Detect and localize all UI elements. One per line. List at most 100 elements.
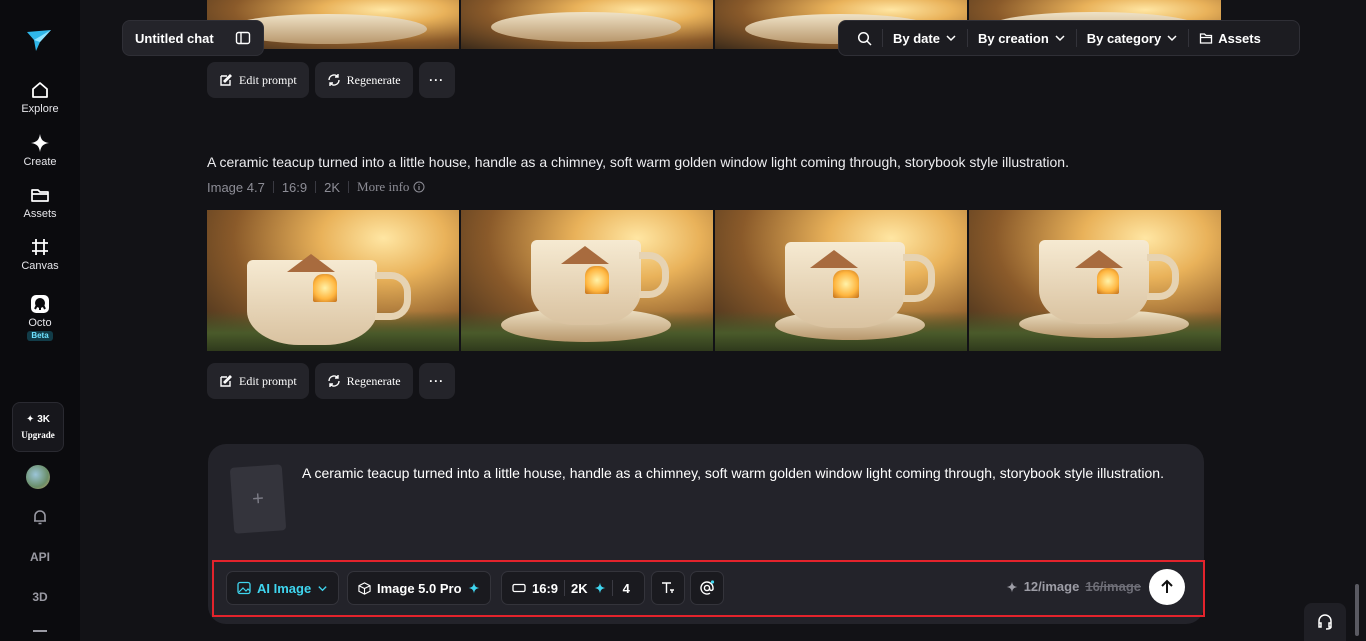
- generation-meta: Image 4.7 16:9 2K More info: [207, 179, 425, 195]
- generation-prompt: A ceramic teacup turned into a little ho…: [207, 154, 1069, 170]
- generated-image[interactable]: [969, 210, 1221, 351]
- text-style-button[interactable]: [651, 571, 685, 605]
- info-icon: [413, 181, 425, 193]
- sparkle-icon: [31, 134, 49, 152]
- filter-by-date[interactable]: By date: [883, 31, 967, 46]
- bell-icon[interactable]: [0, 508, 80, 529]
- grid-hash-icon: [32, 239, 48, 255]
- image-actions-previous: Edit prompt Regenerate ···: [207, 62, 455, 98]
- divider: [611, 580, 613, 596]
- original-cost: 16/image: [1085, 579, 1141, 594]
- 3d-link[interactable]: 3D: [0, 590, 80, 604]
- sidebar-item-canvas[interactable]: Canvas: [0, 237, 80, 272]
- current-cost: 12/image: [1023, 579, 1080, 594]
- image-icon: [237, 581, 251, 595]
- folder-icon: [31, 189, 49, 202]
- at-sign-icon: [700, 580, 715, 595]
- arrow-up-icon: [1161, 579, 1173, 593]
- filter-by-category[interactable]: By category: [1077, 31, 1188, 46]
- chevron-down-icon: [946, 35, 956, 42]
- edit-icon: [220, 375, 232, 387]
- refresh-icon: [327, 375, 340, 387]
- image-grid: [207, 210, 1221, 351]
- divider: [348, 181, 350, 193]
- mode-selector[interactable]: AI Image: [226, 571, 340, 605]
- edit-prompt-label: Edit prompt: [239, 373, 297, 388]
- model-selector[interactable]: Image 5.0 Pro: [347, 571, 491, 605]
- avatar[interactable]: [26, 465, 50, 489]
- resolution: 2K: [324, 179, 341, 195]
- search-icon: [857, 31, 872, 46]
- sparkle-icon: [1006, 581, 1018, 592]
- chevron-down-icon: [1167, 35, 1177, 42]
- sidebar-item-assets[interactable]: Assets: [0, 185, 80, 220]
- divider: [272, 181, 274, 193]
- filter-bar: By date By creation By category Assets: [838, 20, 1300, 56]
- model-label: Image 5.0 Pro: [377, 580, 462, 596]
- mention-button[interactable]: [690, 571, 724, 605]
- chat-title: Untitled chat: [135, 30, 214, 46]
- send-button[interactable]: [1149, 569, 1185, 605]
- sidebar-item-explore[interactable]: Explore: [0, 80, 80, 115]
- upgrade-button[interactable]: ✦ 3K Upgrade: [12, 402, 64, 452]
- generated-image[interactable]: [461, 210, 713, 351]
- scrollbar[interactable]: [1355, 584, 1359, 636]
- sidebar-item-create[interactable]: Create: [0, 133, 80, 168]
- edit-prompt-button[interactable]: Edit prompt: [207, 62, 309, 98]
- divider: [315, 181, 317, 193]
- api-link[interactable]: API: [0, 550, 80, 564]
- assets-label: Assets: [1218, 30, 1261, 46]
- menu-icon[interactable]: [33, 630, 47, 632]
- ratio-label: 16:9: [532, 580, 559, 596]
- edit-prompt-button[interactable]: Edit prompt: [207, 363, 309, 399]
- regenerate-button[interactable]: Regenerate: [314, 62, 413, 98]
- generated-image[interactable]: [715, 210, 967, 351]
- cost-indicator: 12/image 16/image: [1006, 579, 1141, 594]
- chat-title-pill[interactable]: Untitled chat: [122, 20, 264, 56]
- sidebar-item-octo[interactable]: Octo Beta: [0, 294, 80, 341]
- beta-badge: Beta: [27, 331, 53, 341]
- output-settings[interactable]: 16:9 2K 4: [501, 571, 645, 605]
- more-info-label: More info: [357, 179, 410, 194]
- search-button[interactable]: [847, 31, 882, 46]
- octo-icon: [31, 295, 49, 313]
- sidebar-item-label: Canvas: [21, 260, 59, 272]
- sidebar: Explore Create Assets Canvas Octo Beta ✦…: [0, 0, 80, 641]
- filter-label: By date: [893, 30, 940, 46]
- more-options-button[interactable]: ···: [418, 363, 455, 399]
- refresh-icon: [327, 74, 340, 86]
- more-options-button[interactable]: ···: [418, 62, 455, 98]
- sparkle-icon: [594, 582, 606, 594]
- sidebar-item-label: Octo: [28, 317, 52, 329]
- sidebar-item-label: Explore: [21, 103, 59, 115]
- credit-count: 3K: [37, 414, 50, 425]
- regenerate-button[interactable]: Regenerate: [314, 363, 413, 399]
- generated-image[interactable]: [461, 0, 713, 49]
- prompt-input[interactable]: A ceramic teacup turned into a little ho…: [302, 461, 1188, 485]
- chevron-down-icon: [1055, 35, 1065, 42]
- image-count: 4: [622, 580, 630, 596]
- filter-label: By category: [1086, 30, 1162, 46]
- aspect-ratio-icon: [512, 583, 526, 593]
- edit-icon: [220, 74, 232, 86]
- filter-by-creation[interactable]: By creation: [968, 31, 1076, 46]
- resolution-label: 2K: [571, 580, 588, 596]
- aspect-ratio: 16:9: [281, 179, 308, 195]
- sidebar-toggle-icon[interactable]: [235, 30, 251, 46]
- home-icon: [32, 82, 48, 98]
- folder-icon: [1200, 33, 1213, 44]
- upgrade-label: Upgrade: [21, 430, 55, 440]
- support-button[interactable]: [1304, 603, 1346, 641]
- cube-icon: [358, 581, 371, 595]
- credit-balance: ✦ 3K: [26, 414, 50, 425]
- filter-label: By creation: [977, 30, 1049, 46]
- assets-button[interactable]: Assets: [1189, 31, 1271, 46]
- image-actions: Edit prompt Regenerate ···: [207, 363, 455, 399]
- chevron-down-icon: [318, 585, 327, 591]
- regenerate-label: Regenerate: [346, 72, 401, 87]
- more-info-link[interactable]: More info: [357, 179, 425, 195]
- app-logo-icon[interactable]: [26, 28, 52, 52]
- add-reference-button[interactable]: +: [229, 464, 287, 534]
- headset-icon: [1318, 614, 1332, 630]
- generated-image[interactable]: [207, 210, 459, 351]
